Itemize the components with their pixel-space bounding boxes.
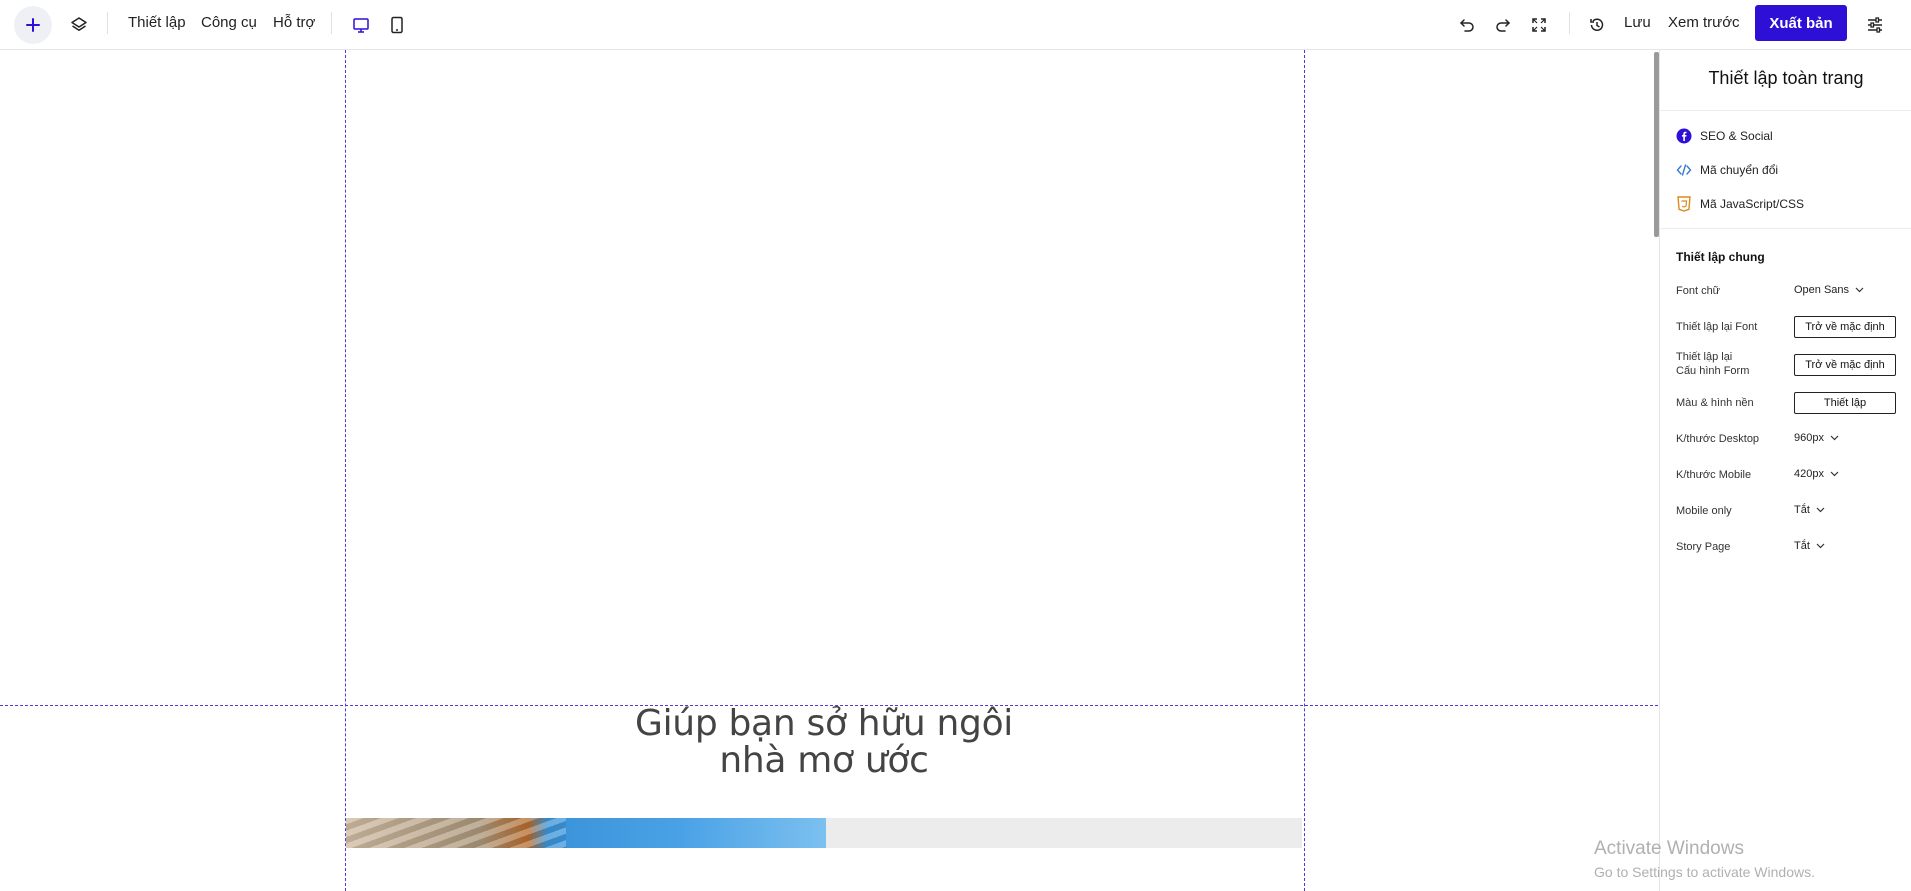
redo-icon: [1496, 19, 1510, 32]
layers-icon: [71, 17, 87, 31]
desktop-view-button[interactable]: [346, 10, 376, 40]
reset-form-label: Thiết lập lại Cấu hình Form: [1676, 350, 1749, 378]
code-icon: [1676, 162, 1692, 178]
reset-form-label-line1: Thiết lập lại: [1676, 351, 1733, 363]
layers-button[interactable]: [64, 10, 94, 40]
seo-social-label: SEO & Social: [1700, 129, 1773, 143]
chevron-down-icon: [1816, 507, 1825, 513]
mobile-width-label: K/thước Mobile: [1676, 469, 1752, 481]
menu-tools[interactable]: Công cụ: [201, 0, 257, 44]
hero-heading-line2: nhà mơ ước: [719, 740, 929, 781]
menu-settings[interactable]: Thiết lập: [128, 0, 186, 44]
add-element-button[interactable]: [14, 6, 52, 44]
js-css-link[interactable]: Mã JavaScript/CSS: [1676, 194, 1804, 214]
js-css-label: Mã JavaScript/CSS: [1700, 197, 1805, 211]
background-settings-button[interactable]: Thiết lập: [1794, 392, 1896, 414]
chevron-down-icon: [1830, 435, 1839, 441]
fullscreen-icon: [1532, 18, 1546, 32]
conversion-code-label: Mã chuyển đổi: [1700, 163, 1779, 177]
chevron-down-icon: [1830, 471, 1839, 477]
activate-windows-subtitle: Go to Settings to activate Windows.: [1594, 864, 1815, 880]
panel-title: Thiết lập toàn trang: [1708, 68, 1864, 88]
desktop-width-value: 960px: [1794, 432, 1824, 444]
plus-icon: [26, 18, 40, 32]
hero-image[interactable]: [346, 818, 826, 848]
undo-icon: [1460, 19, 1474, 32]
reset-font-label: Thiết lập lại Font: [1676, 321, 1758, 333]
html5-icon: [1676, 196, 1692, 212]
panel-divider: [1660, 228, 1911, 229]
desktop-width-label: K/thước Desktop: [1676, 433, 1760, 445]
mobile-view-button[interactable]: [382, 10, 412, 40]
publish-button[interactable]: Xuất bản: [1755, 5, 1847, 41]
redo-button[interactable]: [1488, 10, 1518, 40]
mobile-width-select[interactable]: 420px: [1794, 468, 1839, 480]
hero-heading-line1: Giúp bạn sở hữu ngôi: [635, 703, 1013, 744]
font-value: Open Sans: [1794, 284, 1850, 296]
font-select[interactable]: Open Sans: [1794, 284, 1864, 296]
mobile-only-value: Tắt: [1794, 504, 1810, 516]
activate-windows-title: Activate Windows: [1594, 838, 1744, 859]
image-placeholder[interactable]: [826, 818, 1302, 848]
chevron-down-icon: [1816, 543, 1825, 549]
background-label: Màu & hình nền: [1676, 397, 1754, 409]
font-label: Font chữ: [1676, 285, 1721, 297]
preview-button[interactable]: Xem trước: [1668, 0, 1740, 44]
fullscreen-button[interactable]: [1524, 10, 1554, 40]
panel-divider: [1660, 110, 1911, 111]
reset-form-button[interactable]: Trở về mặc định: [1794, 354, 1896, 376]
toolbar-divider: [1569, 12, 1570, 34]
mobile-width-value: 420px: [1794, 468, 1824, 480]
chevron-down-icon: [1855, 287, 1864, 293]
mobile-only-select[interactable]: Tắt: [1794, 504, 1825, 516]
reset-form-label-line2: Cấu hình Form: [1676, 365, 1750, 377]
story-page-select[interactable]: Tắt: [1794, 540, 1825, 552]
save-button[interactable]: Lưu: [1624, 0, 1651, 44]
undo-button[interactable]: [1452, 10, 1482, 40]
toolbar-divider: [331, 12, 332, 34]
sliders-icon: [1868, 17, 1882, 33]
desktop-width-select[interactable]: 960px: [1794, 432, 1839, 444]
reset-font-button[interactable]: Trở về mặc định: [1794, 316, 1896, 338]
facebook-icon: [1676, 128, 1692, 144]
content-guide-right: [1304, 50, 1305, 891]
story-page-value: Tắt: [1794, 540, 1810, 552]
mobile-icon: [391, 16, 403, 34]
page-settings-button[interactable]: [1860, 10, 1890, 40]
mobile-only-label: Mobile only: [1676, 505, 1732, 517]
history-button[interactable]: [1582, 10, 1612, 40]
menu-support[interactable]: Hỗ trợ: [273, 0, 315, 44]
hero-heading[interactable]: Giúp bạn sở hữu ngôi nhà mơ ước: [346, 705, 1302, 779]
desktop-icon: [353, 18, 369, 33]
history-icon: [1590, 18, 1604, 31]
toolbar-divider: [107, 12, 108, 34]
page-settings-panel: Thiết lập toàn trang SEO & Social Mã chu…: [1659, 50, 1911, 891]
seo-social-link[interactable]: SEO & Social: [1676, 126, 1773, 146]
conversion-code-link[interactable]: Mã chuyển đổi: [1676, 160, 1778, 180]
story-page-label: Story Page: [1676, 541, 1731, 553]
top-toolbar: Thiết lập Công cụ Hỗ trợ Lưu Xem trước X…: [0, 0, 1911, 50]
general-settings-title: Thiết lập chung: [1676, 250, 1765, 264]
